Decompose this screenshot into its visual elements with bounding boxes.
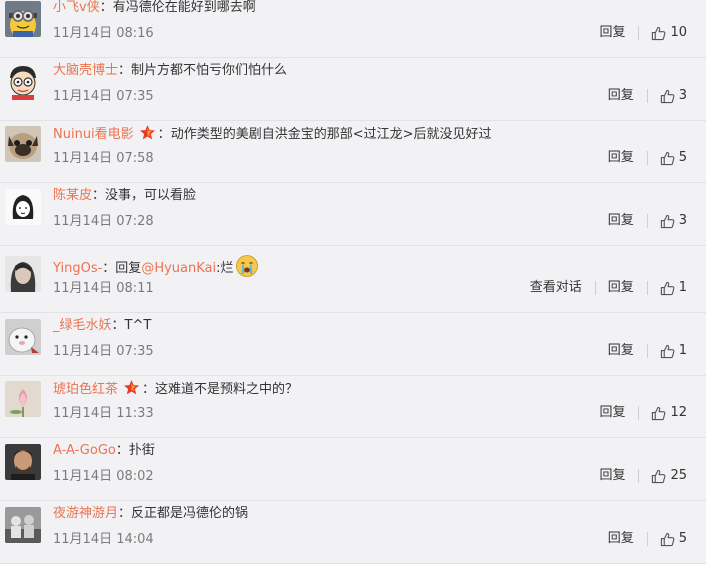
comment-text: 这难道不是预料之中的？: [155, 382, 299, 397]
comment-text: 有冯德伦在能好到哪去啊: [112, 0, 256, 15]
thumbs-up-icon: [660, 281, 675, 295]
thumbs-up-icon: [660, 151, 675, 165]
like-count: 5: [678, 150, 687, 165]
comment-time: 11月14日 07:35: [53, 89, 154, 104]
avatar[interactable]: [5, 381, 41, 417]
comment-list: 小飞v侠：有冯德伦在能好到哪去啊 11月14日 08:16 回复 10 大脑壳博…: [0, 0, 706, 564]
like-button[interactable]: 5: [660, 530, 687, 548]
comment-item: 夜游神游月：反正都是冯德伦的锅 11月14日 14:04 回复 5: [0, 502, 706, 564]
divider: [646, 214, 648, 228]
comment-item: 大脑壳博士：制片方都不怕亏你们怕什么 11月14日 07:35 回复 3: [0, 59, 706, 121]
thumbs-up-icon: [652, 406, 666, 420]
vip-star-icon: [124, 380, 140, 395]
comment-time: 11月14日 14:04: [53, 532, 154, 547]
like-button[interactable]: 12: [651, 404, 687, 422]
thumbs-up-icon: [660, 89, 675, 103]
avatar[interactable]: [5, 64, 41, 100]
username[interactable]: 大脑壳博士: [53, 63, 118, 78]
thumbs-up-icon: [652, 469, 666, 483]
reply-button[interactable]: 回复: [608, 149, 634, 167]
divider: [638, 469, 640, 483]
like-count: 25: [670, 468, 687, 483]
reply-button[interactable]: 回复: [599, 404, 625, 422]
like-button[interactable]: 3: [660, 212, 687, 230]
view-conversation-button[interactable]: 查看对话: [530, 279, 582, 297]
comment-time: 11月14日 08:02: [53, 469, 154, 484]
username[interactable]: YingOs-: [53, 261, 102, 276]
reply-button[interactable]: 回复: [599, 467, 625, 485]
mention-link[interactable]: @HyuanKai: [141, 261, 216, 276]
username[interactable]: 琥珀色红茶: [53, 382, 118, 397]
comment-text: 回复: [115, 261, 142, 276]
avatar[interactable]: [5, 1, 41, 37]
like-count: 1: [678, 280, 687, 295]
comment-item: 小飞v侠：有冯德伦在能好到哪去啊 11月14日 08:16 回复 10: [0, 0, 706, 58]
comment-text: 制片方都不怕亏你们怕什么: [131, 63, 288, 78]
comment-item: A-A-GoGo：扑街 11月14日 08:02 回复 25: [0, 439, 706, 501]
like-button[interactable]: 1: [660, 279, 687, 297]
vip-star-icon: [139, 125, 155, 140]
reply-button[interactable]: 回复: [608, 342, 634, 360]
thumbs-up-icon: [652, 26, 666, 40]
divider: [646, 281, 648, 295]
comment-item: _绿毛水妖：T^T 11月14日 07:35 回复 1: [0, 314, 706, 376]
avatar[interactable]: [5, 319, 41, 355]
like-count: 10: [670, 25, 687, 40]
like-count: 3: [678, 213, 687, 228]
crying-face-icon: [235, 255, 258, 277]
like-button[interactable]: 3: [660, 87, 687, 105]
comment-item: 陈某皮：没事，可以看脸 11月14日 07:28 回复 3: [0, 184, 706, 246]
thumbs-up-icon: [660, 214, 675, 228]
divider: [646, 89, 648, 103]
comment-time: 11月14日 08:11: [53, 281, 154, 296]
divider: [646, 532, 648, 546]
username[interactable]: Nuinui看电影: [53, 127, 134, 142]
comment-item: YingOs-：回复@HyuanKai:烂 11月14日 08:11 查看对话 …: [0, 251, 706, 313]
username[interactable]: 夜游神游月: [53, 506, 118, 521]
avatar[interactable]: [5, 256, 41, 292]
comment-time: 11月14日 07:28: [53, 214, 154, 229]
like-count: 3: [678, 88, 687, 103]
divider: [594, 281, 596, 295]
like-button[interactable]: 10: [651, 24, 687, 42]
divider: [638, 406, 640, 420]
divider: [638, 26, 640, 40]
reply-button[interactable]: 回复: [608, 530, 634, 548]
like-count: 1: [678, 343, 687, 358]
username[interactable]: _绿毛水妖: [53, 318, 112, 333]
username[interactable]: 小飞v侠: [53, 0, 100, 15]
avatar[interactable]: [5, 507, 41, 543]
avatar[interactable]: [5, 189, 41, 225]
reply-button[interactable]: 回复: [608, 212, 634, 230]
comment-time: 11月14日 11:33: [53, 406, 154, 421]
reply-button[interactable]: 回复: [599, 24, 625, 42]
comment-item: 琥珀色红茶 ：这难道不是预料之中的？ 11月14日 11:33 回复 12: [0, 376, 706, 438]
reply-button[interactable]: 回复: [608, 279, 634, 297]
comment-text: 反正都是冯德伦的锅: [131, 506, 249, 521]
divider: [646, 151, 648, 165]
thumbs-up-icon: [660, 532, 675, 546]
comment-text: T^T: [124, 318, 152, 333]
reply-button[interactable]: 回复: [608, 87, 634, 105]
like-button[interactable]: 5: [660, 149, 687, 167]
comment-text: 动作类型的美剧自洪金宝的那部<过江龙>后就没见好过: [170, 127, 492, 142]
comment-item: Nuinui看电影 ：动作类型的美剧自洪金宝的那部<过江龙>后就没见好过 11月1…: [0, 121, 706, 183]
comment-time: 11月14日 07:35: [53, 344, 154, 359]
thumbs-up-icon: [660, 344, 675, 358]
avatar[interactable]: [5, 444, 41, 480]
divider: [646, 344, 648, 358]
comment-text: 扑街: [128, 443, 155, 458]
comment-text-after: :烂: [216, 261, 234, 276]
like-button[interactable]: 25: [651, 467, 687, 485]
like-count: 5: [678, 531, 687, 546]
like-button[interactable]: 1: [660, 342, 687, 360]
like-count: 12: [670, 405, 687, 420]
avatar[interactable]: [5, 126, 41, 162]
username[interactable]: 陈某皮: [53, 188, 92, 203]
comment-time: 11月14日 08:16: [53, 26, 154, 41]
comment-text: 没事，可以看脸: [105, 188, 197, 203]
username[interactable]: A-A-GoGo: [53, 443, 116, 458]
comment-time: 11月14日 07:58: [53, 151, 154, 166]
